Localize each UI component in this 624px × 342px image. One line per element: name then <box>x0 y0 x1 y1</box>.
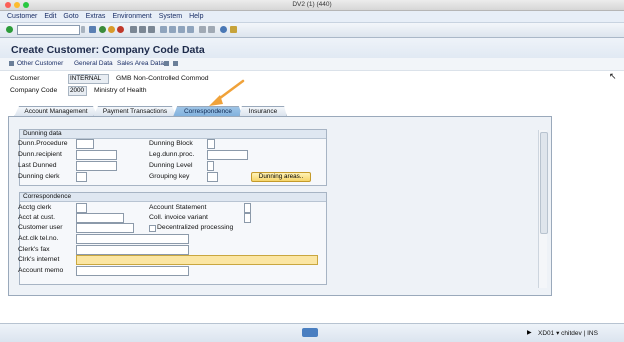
dunning-areas-button[interactable]: Dunning areas.. <box>251 172 311 182</box>
leg-dunn-proc-label: Leg.dunn.proc. <box>149 151 195 158</box>
menu-extras[interactable]: Extras <box>86 11 106 22</box>
dunning-clerk-label: Dunning clerk <box>18 173 60 180</box>
account-memo-field[interactable] <box>76 266 189 276</box>
print-icon[interactable] <box>130 26 137 33</box>
exit-icon[interactable] <box>108 26 115 33</box>
scrollbar-thumb[interactable] <box>540 132 548 234</box>
customer-user-field[interactable] <box>76 223 134 233</box>
menu-system[interactable]: System <box>159 11 182 22</box>
dunning-level-label: Dunning Level <box>149 162 193 169</box>
window-title: DV2 (1) (440) <box>292 1 332 8</box>
cancel-icon[interactable] <box>117 26 124 33</box>
act-clk-tel-label: Act.clk tel.no. <box>18 235 59 242</box>
last-dunned-field[interactable] <box>76 161 117 171</box>
other-customer-button[interactable]: Other Customer <box>17 60 63 67</box>
menu-goto[interactable]: Goto <box>63 11 78 22</box>
status-transaction: XD01 ▾ chitdev | INS <box>538 330 598 337</box>
dunning-level-field[interactable] <box>207 161 214 171</box>
shortcut-icon[interactable] <box>208 26 215 33</box>
grouping-key-field[interactable] <box>207 172 218 182</box>
standard-toolbar <box>0 23 624 38</box>
company-code-field: 2000 <box>68 86 87 96</box>
decentralized-processing-checkbox[interactable] <box>149 225 156 232</box>
menu-help[interactable]: Help <box>189 11 203 22</box>
company-code-description: Ministry of Health <box>94 87 147 94</box>
dunn-recipient-field[interactable] <box>76 150 117 160</box>
additional-data-icon[interactable] <box>164 61 169 66</box>
act-clk-tel-field[interactable] <box>76 234 189 244</box>
dunn-procedure-field[interactable] <box>76 139 94 149</box>
menu-customer[interactable]: Customer <box>7 11 37 22</box>
dunning-block-field[interactable] <box>207 139 215 149</box>
coll-invoice-variant-label: Coll. invoice variant <box>149 214 208 221</box>
back-icon[interactable] <box>99 26 106 33</box>
decentralized-processing-label: Decentralized processing <box>157 224 234 231</box>
page-title: Create Customer: Company Code Data <box>11 44 205 56</box>
clerks-fax-field[interactable] <box>76 245 189 255</box>
status-expand-icon[interactable]: ▶ <box>527 329 532 336</box>
window-titlebar: DV2 (1) (440) <box>0 0 624 11</box>
dunning-data-title: Dunning data <box>20 130 326 139</box>
account-memo-label: Account memo <box>18 267 64 274</box>
customer-label: Customer <box>10 75 40 82</box>
status-bar: ▶ XD01 ▾ chitdev | INS <box>0 323 624 342</box>
other-customer-icon[interactable] <box>9 61 14 66</box>
clerks-fax-label: Clerk's fax <box>18 246 50 253</box>
account-statement-label: Account Statement <box>149 204 207 211</box>
status-user: chitdev <box>561 330 582 337</box>
acct-at-cust-field[interactable] <box>76 213 124 223</box>
customize-layout-icon[interactable] <box>230 26 237 33</box>
customer-user-label: Customer user <box>18 224 63 231</box>
company-code-label: Company Code <box>10 87 58 94</box>
sales-area-data-button[interactable]: Sales Area Data <box>117 60 164 67</box>
find-icon[interactable] <box>139 26 146 33</box>
save-icon[interactable] <box>89 26 96 33</box>
new-session-icon[interactable] <box>199 26 206 33</box>
command-dropdown-icon[interactable] <box>81 26 85 33</box>
clrks-internet-field[interactable] <box>76 255 318 265</box>
menu-bar: Customer Edit Goto Extras Environment System H… <box>0 11 624 23</box>
first-page-icon[interactable] <box>160 26 167 33</box>
info-icon[interactable] <box>173 61 178 66</box>
menu-edit[interactable]: Edit <box>44 11 56 22</box>
account-statement-field[interactable] <box>244 203 251 213</box>
customer-field: INTERNAL <box>68 74 109 84</box>
help-icon[interactable] <box>220 26 227 33</box>
annotation-arrow-icon <box>209 79 245 106</box>
dunn-procedure-label: Dunn.Procedure <box>18 140 68 147</box>
vertical-scrollbar[interactable] <box>538 130 548 288</box>
sap-logo-icon <box>302 328 318 337</box>
status-mode: INS <box>587 330 598 337</box>
dunn-recipient-label: Dunn.recipient <box>18 151 62 158</box>
dunning-clerk-field[interactable] <box>76 172 87 182</box>
acctg-clerk-label: Acctg clerk <box>18 204 52 211</box>
command-field[interactable] <box>17 25 80 35</box>
last-dunned-label: Last Dunned <box>18 162 57 169</box>
general-data-button[interactable]: General Data <box>74 60 113 67</box>
grouping-key-label: Grouping key <box>149 173 190 180</box>
next-page-icon[interactable] <box>178 26 185 33</box>
correspondence-title: Correspondence <box>20 193 326 202</box>
menu-environment[interactable]: Environment <box>112 11 151 22</box>
acct-at-cust-label: Acct at cust. <box>18 214 56 221</box>
previous-page-icon[interactable] <box>169 26 176 33</box>
enter-check-icon[interactable] <box>6 26 13 33</box>
find-next-icon[interactable] <box>148 26 155 33</box>
application-toolbar: Other Customer General Data Sales Area D… <box>0 58 624 71</box>
customer-description: GMB Non-Controlled Commod <box>116 75 209 82</box>
status-tcode: XD01 <box>538 330 555 337</box>
acctg-clerk-field[interactable] <box>76 203 87 213</box>
last-page-icon[interactable] <box>187 26 194 33</box>
title-area: Create Customer: Company Code Data <box>0 38 624 58</box>
dunning-block-label: Dunning Block <box>149 140 193 147</box>
mouse-cursor-icon: ↖ <box>609 71 617 81</box>
coll-invoice-variant-field[interactable] <box>244 213 251 223</box>
clrks-internet-label: Clrk's internet <box>18 256 60 263</box>
leg-dunn-proc-field[interactable] <box>207 150 248 160</box>
